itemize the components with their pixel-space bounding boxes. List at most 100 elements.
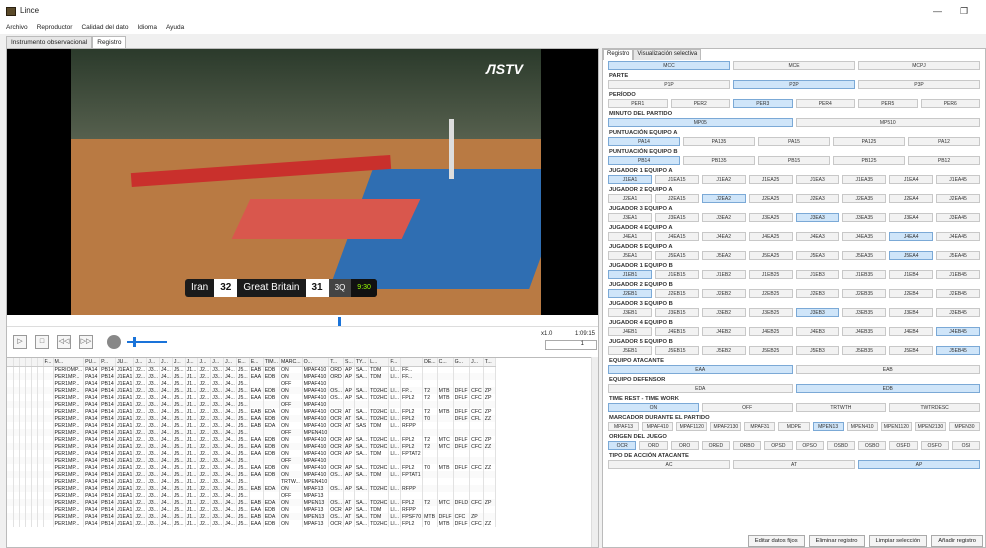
category-button[interactable]: J5EA4 — [889, 251, 934, 260]
column-header[interactable]: T... — [483, 358, 496, 367]
table-row[interactable]: PER1MP... PA14 PB14 J1EA1 J2... J3... J4... J5.… — [7, 380, 496, 387]
category-button[interactable]: MPAF410 — [642, 422, 674, 431]
category-button[interactable]: OSFD — [889, 441, 918, 450]
category-button[interactable]: MPEN2130 — [914, 422, 946, 431]
table-row[interactable]: PER1MP... PA14 PB14 J1EA1 J2... J3... J4... J5.… — [7, 436, 496, 443]
category-button[interactable]: PA135 — [683, 137, 755, 146]
table-row[interactable]: PER1MP... PA14 PB14 J1EA1 J2... J3... J4... J5.… — [7, 492, 496, 499]
category-button[interactable]: J3EA15 — [654, 213, 699, 222]
column-header[interactable]: MARC... — [279, 358, 303, 367]
table-row[interactable]: PER1MP... PA14 PB14 J1EA1 J2... J3... J4... J5.… — [7, 387, 496, 394]
category-button[interactable]: P2P — [733, 80, 855, 89]
category-button[interactable]: ORED — [701, 441, 730, 450]
category-button[interactable]: MPAF13 — [608, 422, 640, 431]
rewind-icon[interactable]: ◁◁ — [57, 335, 71, 349]
category-button[interactable]: MPAF2130 — [710, 422, 742, 431]
column-header[interactable]: J... — [185, 358, 199, 367]
category-button[interactable]: J3EA45 — [936, 213, 980, 222]
category-button[interactable]: J5EB2 — [701, 346, 746, 355]
category-button[interactable]: J1EB1 — [608, 270, 652, 279]
column-header[interactable]: P... — [99, 358, 117, 367]
category-button[interactable]: ORBO — [733, 441, 762, 450]
category-button[interactable]: J5EA1 — [608, 251, 652, 260]
category-button[interactable]: J1EB2 — [701, 270, 746, 279]
category-button[interactable]: MCC — [608, 61, 730, 70]
category-button[interactable]: J5EA3 — [795, 251, 840, 260]
column-header[interactable]: O... — [302, 358, 330, 367]
category-button[interactable]: J5EB3 — [795, 346, 840, 355]
category-button[interactable]: J4EA1 — [608, 232, 652, 241]
category-button[interactable]: J4EB3 — [795, 327, 840, 336]
category-button[interactable]: MPEN13 — [812, 422, 844, 431]
category-button[interactable]: J1EA3 — [795, 175, 840, 184]
table-row[interactable]: PER1MP... PA14 PB14 J1EA1 J2... J3... J4... J5.… — [7, 422, 496, 429]
column-header[interactable]: J... — [133, 358, 148, 367]
column-header[interactable]: J... — [469, 358, 484, 367]
category-button[interactable]: J2EA15 — [654, 194, 699, 203]
category-button[interactable]: PB14 — [608, 156, 680, 165]
column-header[interactable]: G... — [453, 358, 471, 367]
table-row[interactable]: PER1MP... PA14 PB14 J1EA1 J2... J3... J4... J5.… — [7, 429, 496, 436]
tab-instrumento-observacional[interactable]: Instrumento observacional — [6, 36, 93, 48]
category-button[interactable]: OFF — [701, 403, 793, 412]
category-button[interactable]: PB125 — [833, 156, 905, 165]
category-button[interactable]: J1EB15 — [654, 270, 699, 279]
category-button[interactable]: J1EA15 — [654, 175, 699, 184]
category-button[interactable]: J3EA2 — [701, 213, 746, 222]
table-row[interactable]: PER1MP... PA14 PB14 J1EA1 J2... J3... J4... J5.… — [7, 464, 496, 471]
clear-selection-button[interactable]: Limpiar selección — [868, 535, 928, 547]
category-button[interactable]: J2EA1 — [608, 194, 652, 203]
column-header[interactable]: PU... — [83, 358, 101, 367]
category-button[interactable]: PER2 — [670, 99, 730, 108]
column-header[interactable]: J... — [172, 358, 186, 367]
tab-registro[interactable]: Registro — [92, 36, 127, 48]
category-button[interactable]: J4EB1 — [608, 327, 652, 336]
table-row[interactable]: PERIOMP... PA14 PB14 J1EA1 J2... J3... J4... J5… — [7, 366, 496, 373]
category-button[interactable]: J4EB15 — [654, 327, 699, 336]
category-button[interactable]: J4EB45 — [936, 327, 980, 336]
category-button[interactable]: J2EB2 — [701, 289, 746, 298]
column-header[interactable]: J... — [146, 358, 160, 367]
column-header[interactable]: DE... — [422, 358, 438, 367]
category-button[interactable]: J3EB3 — [795, 308, 840, 317]
category-button[interactable]: J3EB4 — [889, 308, 934, 317]
category-button[interactable]: PA15 — [758, 137, 830, 146]
category-button[interactable]: J1EA4 — [889, 175, 934, 184]
add-record-button[interactable]: Añadir registro — [931, 535, 983, 547]
category-button[interactable]: J4EA4 — [889, 232, 934, 241]
column-header[interactable]: TIM... — [263, 358, 280, 367]
menu-reproductor[interactable]: Reproductor — [31, 22, 76, 31]
table-row[interactable]: PER1MP... PA14 PB14 J1EA1 J2... J3... J4... J5.… — [7, 408, 496, 415]
play-icon[interactable]: ▷ — [13, 335, 27, 349]
category-button[interactable]: J2EB25 — [748, 289, 793, 298]
category-button[interactable]: J1EB35 — [842, 270, 887, 279]
category-button[interactable]: J4EA25 — [748, 232, 793, 241]
category-button[interactable]: OCR — [608, 441, 637, 450]
category-button[interactable]: J4EA3 — [795, 232, 840, 241]
category-button[interactable]: J5EA15 — [654, 251, 699, 260]
column-header[interactable] — [400, 358, 424, 367]
column-header[interactable]: C... — [437, 358, 454, 367]
category-button[interactable]: PER6 — [920, 99, 980, 108]
column-header[interactable]: M... — [53, 358, 85, 367]
delete-record-button[interactable]: Eliminar registro — [808, 535, 865, 547]
category-button[interactable]: TRTWTH — [795, 403, 887, 412]
table-scrollbar[interactable] — [591, 357, 598, 547]
category-button[interactable]: J3EB35 — [842, 308, 887, 317]
category-button[interactable]: J5EA35 — [842, 251, 887, 260]
category-button[interactable]: MDPE — [778, 422, 810, 431]
category-button[interactable]: J3EA35 — [842, 213, 887, 222]
column-header[interactable]: TY... — [354, 358, 370, 367]
category-button[interactable]: P1P — [608, 80, 730, 89]
category-button[interactable]: J3EB1 — [608, 308, 652, 317]
column-header[interactable]: T... — [328, 358, 345, 367]
category-button[interactable]: J3EA1 — [608, 213, 652, 222]
table-row[interactable]: PER1MP... PA14 PB14 J1EA1 J2... J3... J4... J5.… — [7, 485, 496, 492]
table-row[interactable]: PER1MP... PA14 PB14 J1EA1 J2... J3... J4... J5.… — [7, 513, 496, 520]
category-button[interactable]: J2EA35 — [842, 194, 887, 203]
table-row[interactable]: PER1MP... PA14 PB14 J1EA1 J2... J3... J4... J5.… — [7, 394, 496, 401]
volume-icon[interactable] — [107, 335, 121, 349]
category-button[interactable]: J4EB2 — [701, 327, 746, 336]
column-header[interactable]: JU... — [115, 358, 135, 367]
category-button[interactable]: J4EB25 — [748, 327, 793, 336]
